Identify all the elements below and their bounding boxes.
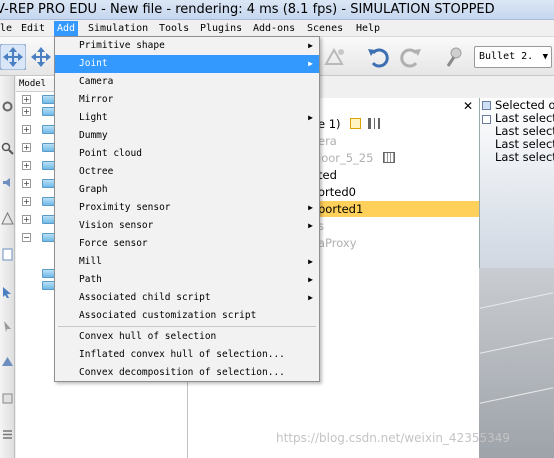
- model-browser-title: Model: [19, 79, 47, 89]
- menu-item-force-sensor[interactable]: Force sensor: [55, 235, 319, 253]
- watermark: https://blog.csdn.net/weixin_42355349: [276, 431, 511, 445]
- gear-icon[interactable]: [1, 100, 14, 113]
- expand-icon[interactable]: +: [22, 95, 31, 104]
- warning-icon[interactable]: [1, 212, 14, 225]
- submenu-arrow-icon: ▶: [308, 275, 313, 284]
- menu-item-primitive-shape[interactable]: Primitive shape ▶: [55, 37, 319, 55]
- menu-item-point-cloud[interactable]: Point cloud: [55, 145, 319, 163]
- submenu-arrow-icon: ▶: [308, 113, 313, 122]
- menu-item-light[interactable]: Light ▶: [55, 109, 319, 127]
- physics-engine-value: Bullet 2.: [479, 51, 534, 62]
- menu-item-mill[interactable]: Mill ▶: [55, 253, 319, 271]
- expand-icon[interactable]: +: [22, 197, 31, 206]
- triangle-icon[interactable]: [1, 355, 14, 368]
- box-icon[interactable]: [1, 392, 14, 405]
- scene-row[interactable]: era: [318, 133, 337, 149]
- submenu-arrow-icon: ▶: [308, 203, 313, 212]
- model-tree-item[interactable]: +: [22, 124, 56, 135]
- menu-plugins[interactable]: Plugins: [197, 21, 245, 36]
- scene-row[interactable]: e 1): [318, 116, 380, 132]
- menu-item-inflated-convex-hull[interactable]: Inflated convex hull of selection...: [55, 346, 319, 364]
- expand-icon[interactable]: +: [22, 143, 31, 152]
- menu-item-mirror[interactable]: Mirror: [55, 91, 319, 109]
- page-icon[interactable]: [1, 248, 14, 261]
- menu-item-convex-decomposition[interactable]: Convex decomposition of selection...: [55, 364, 319, 382]
- model-tree-item[interactable]: +: [22, 214, 56, 225]
- expand-icon[interactable]: +: [22, 179, 31, 188]
- grid-icon: [383, 152, 396, 163]
- model-tree-item[interactable]: +: [22, 196, 56, 207]
- menu-edit[interactable]: Edit: [18, 21, 48, 36]
- menu-item-vision-sensor[interactable]: Vision sensor ▶: [55, 217, 319, 235]
- menu-item-associated-child-script[interactable]: Associated child script ▶: [55, 289, 319, 307]
- menu-file[interactable]: le: [0, 21, 15, 36]
- collapse-icon[interactable]: −: [22, 233, 31, 242]
- title-bar: V-REP PRO EDU - New file - rendering: 4 …: [0, 0, 554, 20]
- chevron-down-icon: ▼: [542, 52, 548, 62]
- menu-item-camera[interactable]: Camera: [55, 73, 319, 91]
- menu-item-convex-hull[interactable]: Convex hull of selection: [55, 328, 319, 346]
- menu-add[interactable]: Add: [54, 21, 79, 36]
- model-tree-item[interactable]: +: [22, 178, 56, 189]
- submenu-arrow-icon: ▶: [308, 293, 313, 302]
- cursor-icon[interactable]: [1, 286, 14, 299]
- scene-row[interactable]: ted: [318, 167, 337, 183]
- menu-item-associated-customization-script[interactable]: Associated customization script: [55, 307, 319, 325]
- menu-item-path[interactable]: Path ▶: [55, 271, 319, 289]
- physics-engine-select[interactable]: Bullet 2. ▼: [474, 46, 552, 68]
- scene-row[interactable]: orted0: [318, 184, 356, 200]
- menu-separator: [58, 326, 316, 327]
- menu-item-joint[interactable]: Joint ▶: [55, 55, 319, 73]
- menu-help[interactable]: Help: [353, 21, 383, 36]
- list-icon[interactable]: [1, 428, 14, 441]
- window-title: V-REP PRO EDU - New file - rendering: 4 …: [0, 2, 495, 17]
- submenu-arrow-icon: ▶: [308, 257, 313, 266]
- menu-scenes[interactable]: Scenes: [304, 21, 346, 36]
- submenu-arrow-icon: ▶: [308, 59, 313, 68]
- menu-addons[interactable]: Add-ons: [250, 21, 298, 36]
- info-bullet-icon: [482, 115, 491, 124]
- model-tree-item[interactable]: +: [22, 94, 56, 105]
- objects-icon: [367, 118, 380, 129]
- redo-icon[interactable]: [398, 44, 424, 70]
- expand-icon[interactable]: +: [22, 125, 31, 134]
- menu-simulation[interactable]: Simulation: [85, 21, 151, 36]
- viewport-info-line: Last select: [495, 150, 554, 164]
- shape-edit-icon[interactable]: [322, 44, 348, 70]
- menu-item-dummy[interactable]: Dummy: [55, 127, 319, 145]
- floor: [479, 268, 554, 458]
- expand-icon[interactable]: +: [22, 107, 31, 116]
- translate-icon[interactable]: [28, 44, 54, 70]
- submenu-arrow-icon: ▶: [308, 221, 313, 230]
- dynamics-icon[interactable]: [442, 44, 468, 70]
- model-tree-item[interactable]: +: [22, 142, 56, 153]
- undo-icon[interactable]: [365, 44, 391, 70]
- submenu-arrow-icon: ▶: [308, 41, 313, 50]
- pointer-icon[interactable]: [1, 320, 14, 333]
- menu-item-graph[interactable]: Graph: [55, 181, 319, 199]
- move-icon[interactable]: [0, 44, 26, 70]
- model-tree-item[interactable]: +: [22, 106, 56, 117]
- info-panel-toggle-icon[interactable]: [482, 101, 491, 110]
- menu-item-proximity-sensor[interactable]: Proximity sensor ▶: [55, 199, 319, 217]
- close-icon[interactable]: ✕: [463, 99, 473, 113]
- model-tree-item[interactable]: −: [22, 232, 56, 243]
- expand-icon[interactable]: +: [22, 161, 31, 170]
- magnifier-icon[interactable]: [1, 142, 14, 155]
- sound-icon[interactable]: [1, 176, 14, 189]
- model-tree-item[interactable]: +: [22, 160, 56, 171]
- script-icon: [350, 118, 362, 129]
- expand-icon[interactable]: +: [22, 215, 31, 224]
- scene-row[interactable]: loor_5_25: [318, 150, 396, 166]
- menu-tools[interactable]: Tools: [156, 21, 192, 36]
- scene-row-selected[interactable]: ported1: [318, 201, 363, 217]
- scene-row[interactable]: aProxy: [318, 235, 357, 251]
- menu-item-octree[interactable]: Octree: [55, 163, 319, 181]
